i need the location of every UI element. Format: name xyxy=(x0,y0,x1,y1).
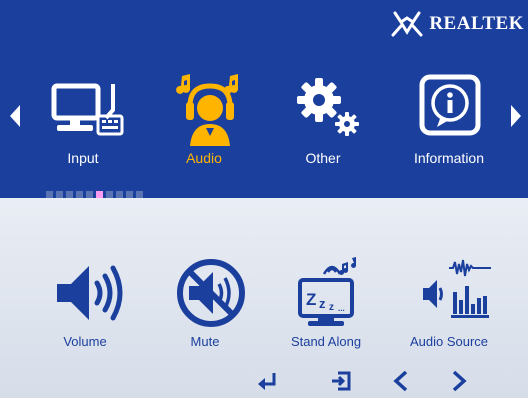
enter-icon[interactable] xyxy=(256,370,278,392)
osd-screen: REALTEK Input Audio Other Information Vo… xyxy=(0,0,528,398)
main-menu-panel: REALTEK Input Audio Other Information xyxy=(0,0,528,198)
audio-source-icon xyxy=(423,259,491,318)
menu-item-label: Other xyxy=(305,150,341,166)
page-dot xyxy=(56,191,63,198)
info-icon xyxy=(419,74,481,136)
left-icon[interactable] xyxy=(392,370,410,392)
page-dot xyxy=(66,191,73,198)
gears-icon xyxy=(297,78,359,136)
headphones-user-icon xyxy=(176,74,239,146)
page-dot xyxy=(86,191,93,198)
brand-name: REALTEK xyxy=(429,13,524,34)
page-dot-active xyxy=(96,191,103,198)
svg-text:Z: Z xyxy=(306,290,316,309)
speaker-icon xyxy=(57,265,123,321)
menu-item-audio[interactable]: Audio xyxy=(149,74,259,170)
menu-item-label: Audio xyxy=(186,150,222,166)
submenu-item-label: Audio Source xyxy=(409,334,489,349)
svg-text:...: ... xyxy=(338,304,345,313)
svg-text:z: z xyxy=(329,302,334,313)
submenu-item-label: Mute xyxy=(190,334,220,349)
menu-item-input[interactable]: Input xyxy=(28,74,138,170)
page-dot xyxy=(106,191,113,198)
submenu-item-audio-source[interactable]: Audio Source xyxy=(394,256,504,356)
submenu-item-stand-along[interactable]: Z z z ... Stand Along xyxy=(271,256,381,356)
submenu-item-volume[interactable]: Volume xyxy=(30,256,140,356)
submenu-item-label: Stand Along xyxy=(290,334,362,349)
menu-item-information[interactable]: Information xyxy=(394,74,504,170)
page-dot xyxy=(116,191,123,198)
menu-left-arrow-icon[interactable] xyxy=(9,104,21,128)
menu-item-label: Information xyxy=(413,150,485,166)
menu-item-other[interactable]: Other xyxy=(268,74,378,170)
page-dot xyxy=(76,191,83,198)
mute-icon xyxy=(177,259,245,327)
menu-right-arrow-icon[interactable] xyxy=(510,104,522,128)
crab-logo-icon xyxy=(391,11,423,37)
svg-text:z: z xyxy=(319,296,326,311)
submenu-item-mute[interactable]: Mute xyxy=(150,256,260,356)
computer-icon xyxy=(51,83,124,136)
page-dot xyxy=(136,191,143,198)
sleep-monitor-icon: Z z z ... xyxy=(298,257,357,326)
submenu-item-label: Volume xyxy=(63,334,107,349)
exit-icon[interactable] xyxy=(330,370,352,392)
right-icon[interactable] xyxy=(450,370,468,392)
realtek-logo: REALTEK xyxy=(389,10,524,38)
page-dot xyxy=(46,191,53,198)
menu-item-label: Input xyxy=(67,150,99,166)
page-dot xyxy=(126,191,133,198)
page-indicator xyxy=(46,191,143,198)
